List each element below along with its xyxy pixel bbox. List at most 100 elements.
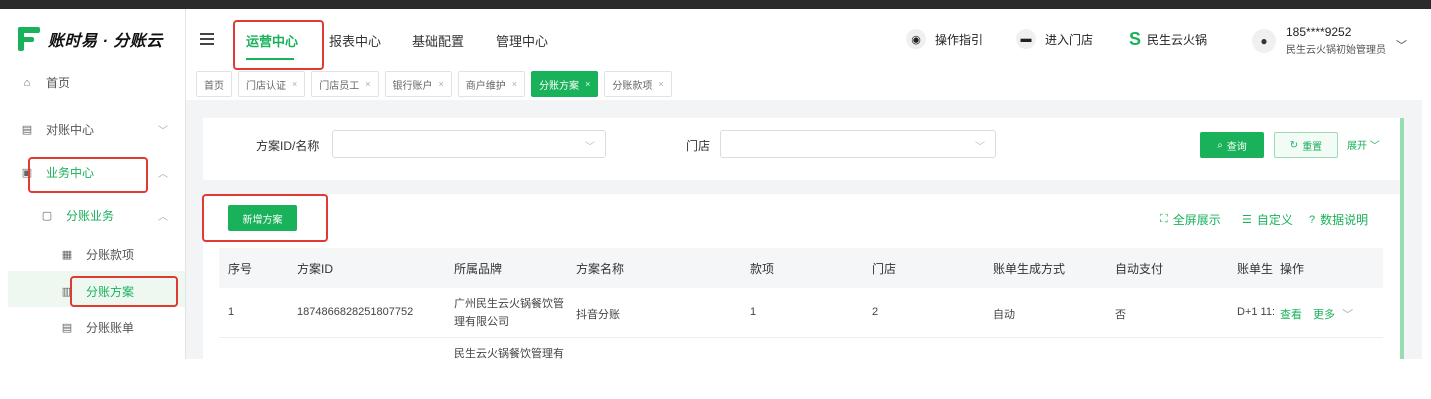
cell-brand: 广州民生云火锅餐饮管理有限公司 bbox=[454, 298, 564, 328]
top-header: 运营中心 报表中心 基础配置 管理中心 ◉ 操作指引 ▬ 进入门店 S 民生云火… bbox=[186, 9, 1431, 69]
scroll-accent bbox=[1400, 118, 1404, 359]
cell-stores: 2 bbox=[872, 306, 879, 318]
user-phone: 185****9252 bbox=[1286, 25, 1352, 39]
annotation-highlight-box bbox=[233, 20, 324, 70]
nav-admin-center[interactable]: 管理中心 bbox=[496, 31, 548, 50]
tab-label: 门店认证 bbox=[246, 80, 286, 92]
col-items: 款项 bbox=[750, 262, 775, 276]
chevron-down-icon: ﹀ bbox=[1342, 309, 1354, 321]
chevron-down-icon: ﹀ bbox=[1396, 40, 1407, 52]
tab-split-items[interactable]: 分账款项 × bbox=[604, 71, 672, 97]
tab-label: 分账方案 bbox=[539, 80, 580, 92]
col-plan-id: 方案ID bbox=[297, 262, 334, 276]
cell-bill-gen-mode: 自动 bbox=[993, 309, 1015, 321]
guide-link[interactable]: ◉ 操作指引 bbox=[906, 29, 983, 49]
annotation-highlight-box bbox=[202, 194, 328, 242]
open-tabs: 首页 门店认证 × 门店员工 × 银行账户 × 商户维护 × 分账方案 × 分账款项 × bbox=[196, 71, 672, 97]
cell-items: 1 bbox=[750, 306, 757, 318]
expand-label: 展开 bbox=[1347, 141, 1367, 152]
compass-icon: ◉ bbox=[906, 29, 926, 49]
data-desc-label: 数据说明 bbox=[1320, 213, 1369, 227]
store-filter-label: 门店 bbox=[686, 139, 711, 153]
fullscreen-label: 全屏展示 bbox=[1172, 213, 1221, 227]
close-icon[interactable]: × bbox=[365, 79, 370, 89]
close-icon[interactable]: × bbox=[512, 79, 517, 89]
app-logo[interactable]: 账时易 · 分账云 bbox=[18, 26, 163, 52]
enter-store-link[interactable]: ▬ 进入门店 bbox=[1016, 29, 1093, 49]
sidebar-item-reconcile[interactable]: ▤ 对账中心 ﹀ bbox=[20, 121, 170, 138]
cell-auto-pay: 否 bbox=[1115, 309, 1126, 321]
sidebar-item-split-items[interactable]: ▦ 分账款项 bbox=[60, 246, 134, 263]
close-icon[interactable]: × bbox=[292, 79, 297, 89]
customize-button[interactable]: ☰ 自定义 bbox=[1242, 211, 1293, 228]
sidebar-item-split-business[interactable]: ▢ 分账业务 ︿ bbox=[40, 207, 170, 224]
plan-filter-select[interactable]: ﹀ bbox=[332, 130, 606, 158]
query-button[interactable]: ⌕ 查询 bbox=[1200, 132, 1264, 158]
col-stores: 门店 bbox=[872, 262, 897, 276]
customize-label: 自定义 bbox=[1256, 213, 1293, 227]
tab-bank-account[interactable]: 银行账户 × bbox=[384, 71, 452, 97]
cell-plan-id: 1874866828251807752 bbox=[297, 306, 414, 318]
tab-merchant[interactable]: 商户维护 × bbox=[457, 71, 526, 97]
user-menu[interactable]: ● 185****9252 民生云火锅初始管理员 ﹀ bbox=[1252, 25, 1407, 56]
close-icon[interactable]: × bbox=[585, 79, 590, 89]
nav-basic-config[interactable]: 基础配置 bbox=[412, 31, 464, 50]
sidebar-item-split-bill[interactable]: ▤ 分账账单 bbox=[60, 319, 134, 336]
tab-split-plan[interactable]: 分账方案 × bbox=[531, 71, 599, 97]
guide-label: 操作指引 bbox=[935, 32, 984, 47]
reset-label: 重置 bbox=[1302, 141, 1323, 153]
reset-button[interactable]: ↻ 重置 bbox=[1274, 132, 1338, 158]
expand-toggle[interactable]: 展开 ﹀ bbox=[1347, 137, 1380, 152]
sidebar-item-label: 对账中心 bbox=[46, 123, 95, 137]
col-index: 序号 bbox=[228, 262, 253, 276]
plan-filter-label: 方案ID/名称 bbox=[256, 139, 320, 153]
view-link[interactable]: 查看 bbox=[1280, 306, 1302, 322]
menu-toggle-icon[interactable] bbox=[200, 33, 214, 45]
sidebar-item-label: 分账款项 bbox=[86, 248, 135, 262]
refresh-icon: ↻ bbox=[1289, 139, 1299, 151]
col-bill-gen-mode: 账单生成方式 bbox=[993, 262, 1066, 276]
query-label: 查询 bbox=[1226, 141, 1247, 153]
cell-bill-time: D+1 11: bbox=[1237, 306, 1276, 318]
close-icon[interactable]: × bbox=[439, 79, 444, 89]
more-label: 更多 bbox=[1313, 309, 1335, 321]
cell-index: 1 bbox=[228, 306, 235, 318]
window-top-strip bbox=[0, 0, 1431, 9]
logo-text: 账时易 · 分账云 bbox=[48, 33, 163, 50]
logo-mark-icon bbox=[18, 27, 40, 51]
tab-label: 银行账户 bbox=[392, 80, 433, 92]
col-plan-name: 方案名称 bbox=[576, 262, 625, 276]
tab-home[interactable]: 首页 bbox=[196, 71, 232, 97]
cell-plan-name: 抖音分账 bbox=[576, 309, 620, 321]
sidebar-item-label: 分账账单 bbox=[86, 321, 135, 335]
row-divider bbox=[219, 337, 1383, 338]
store-filter-select[interactable]: ﹀ bbox=[720, 130, 996, 158]
user-role: 民生云火锅初始管理员 bbox=[1286, 45, 1386, 56]
chevron-down-icon: ﹀ bbox=[975, 142, 985, 153]
tab-store-staff[interactable]: 门店员工 × bbox=[311, 71, 379, 97]
tab-label: 首页 bbox=[204, 80, 224, 92]
fullscreen-button[interactable]: ⛶ 全屏展示 bbox=[1160, 211, 1221, 228]
nav-report-center[interactable]: 报表中心 bbox=[329, 31, 381, 50]
tab-store-auth[interactable]: 门店认证 × bbox=[238, 71, 306, 97]
col-brand: 所属品牌 bbox=[454, 262, 503, 276]
chevron-up-icon: ︿ bbox=[158, 169, 168, 180]
fullscreen-icon: ⛶ bbox=[1160, 213, 1168, 225]
chevron-down-icon: ﹀ bbox=[1369, 141, 1380, 152]
data-desc-button[interactable]: ? 数据说明 bbox=[1309, 211, 1368, 228]
brand-switcher[interactable]: S 民生云火锅 bbox=[1129, 29, 1207, 50]
cell-brand: 民生云火锅餐饮管理有 bbox=[454, 348, 564, 360]
tab-label: 分账款项 bbox=[612, 80, 653, 92]
sidebar-item-home[interactable]: ⌂ 首页 bbox=[20, 74, 70, 91]
annotation-highlight-box bbox=[28, 157, 148, 193]
brand-name: 民生云火锅 bbox=[1147, 33, 1208, 47]
search-icon: ⌕ bbox=[1217, 139, 1223, 151]
col-auto-pay: 自动支付 bbox=[1115, 262, 1164, 276]
help-icon: ? bbox=[1309, 213, 1316, 226]
split-item-icon: ▦ bbox=[61, 249, 73, 261]
home-icon: ⌂ bbox=[23, 76, 31, 89]
close-icon[interactable]: × bbox=[658, 79, 663, 89]
annotation-highlight-box bbox=[70, 276, 178, 307]
tab-label: 门店员工 bbox=[319, 80, 360, 92]
more-link[interactable]: 更多 ﹀ bbox=[1313, 306, 1353, 322]
